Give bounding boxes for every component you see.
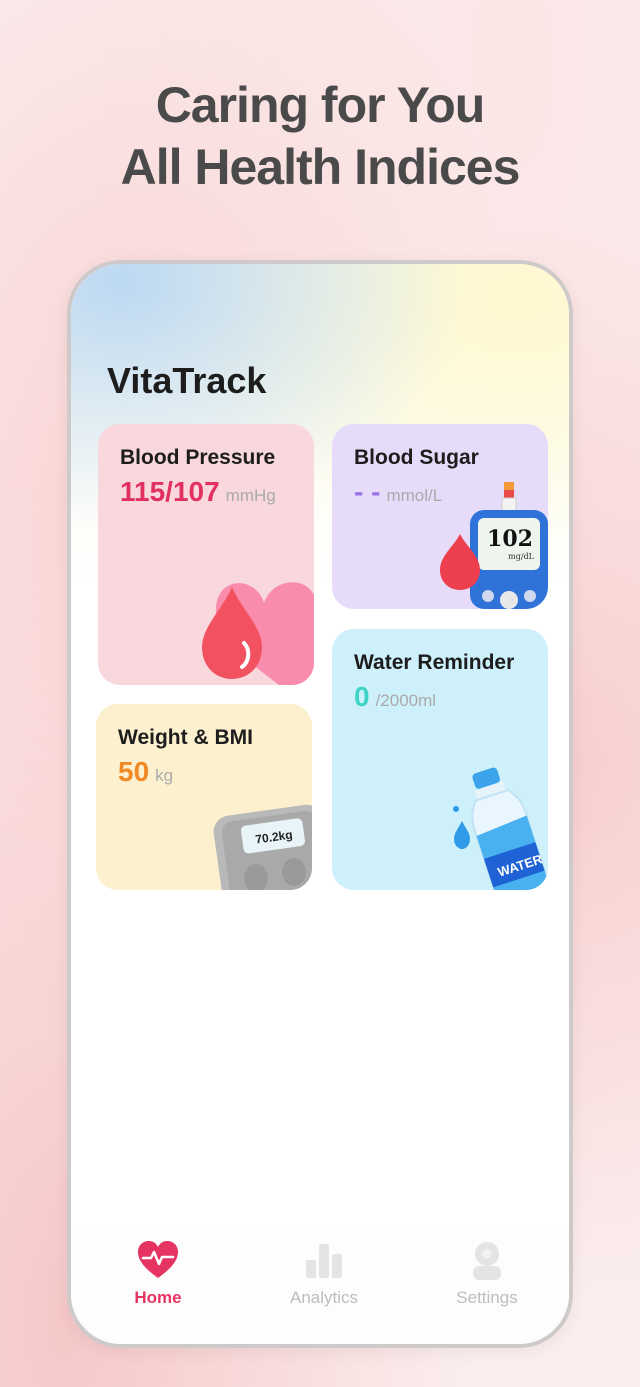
card-label: Weight & BMI: [118, 726, 253, 749]
heart-pulse-icon: [138, 1241, 178, 1278]
tab-settings[interactable]: Settings: [427, 1238, 547, 1308]
blood-pressure-card[interactable]: Blood Pressure 115/107 mmHg: [98, 424, 314, 685]
app-title: VitaTrack: [107, 360, 267, 401]
blood-pressure-unit: mmHg: [225, 486, 276, 505]
tab-label: Home: [134, 1288, 182, 1307]
meter-reading: 102: [487, 526, 533, 552]
bar-chart-icon: [306, 1244, 342, 1278]
water-unit: /2000ml: [375, 691, 437, 710]
tab-bar: Home Analytics Settings: [71, 1226, 569, 1344]
weight-value: 50: [118, 756, 150, 787]
value-row: 50 kg: [118, 756, 173, 788]
water-bottle-icon: WATER: [452, 765, 548, 890]
blood-sugar-unit: mmol/L: [386, 486, 443, 505]
phone-frame: VitaTrack Blood Pressure 115/107 mmHg Blo…: [67, 260, 573, 1348]
scale-icon: 70.2kg: [212, 800, 312, 890]
meter-unit: mg/dL: [508, 552, 534, 561]
tab-analytics[interactable]: Analytics: [264, 1238, 384, 1308]
value-row: 0/2000ml: [354, 681, 436, 713]
user-icon: [473, 1242, 501, 1280]
blood-sugar-card[interactable]: Blood Sugar - - mmol/L 102 mg/dL: [332, 424, 548, 609]
tab-label: Settings: [456, 1288, 518, 1307]
water-reminder-card[interactable]: Water Reminder 0/2000ml WATER: [332, 629, 548, 890]
glucose-meter-icon: 102 mg/dL: [438, 482, 548, 609]
headline-line-2: All Health Indices: [120, 139, 521, 195]
tab-label: Analytics: [289, 1288, 359, 1307]
value-row: - - mmol/L: [354, 476, 442, 508]
headline: Caring for You All Health Indices: [0, 74, 640, 198]
card-label: Blood Pressure: [120, 446, 276, 469]
blood-sugar-value: - -: [354, 476, 381, 507]
card-label: Blood Sugar: [354, 446, 479, 469]
value-row: 115/107 mmHg: [120, 476, 276, 508]
water-value: 0: [354, 681, 370, 712]
blood-pressure-value: 115/107: [120, 476, 220, 507]
card-label: Water Reminder: [354, 651, 515, 674]
tab-home[interactable]: Home: [98, 1238, 218, 1308]
headline-line-1: Caring for You: [155, 77, 486, 133]
weight-unit: kg: [155, 766, 174, 785]
blood-drop-heart-icon: [202, 582, 314, 685]
weight-bmi-card[interactable]: Weight & BMI 50 kg 70.2kg: [96, 704, 312, 890]
